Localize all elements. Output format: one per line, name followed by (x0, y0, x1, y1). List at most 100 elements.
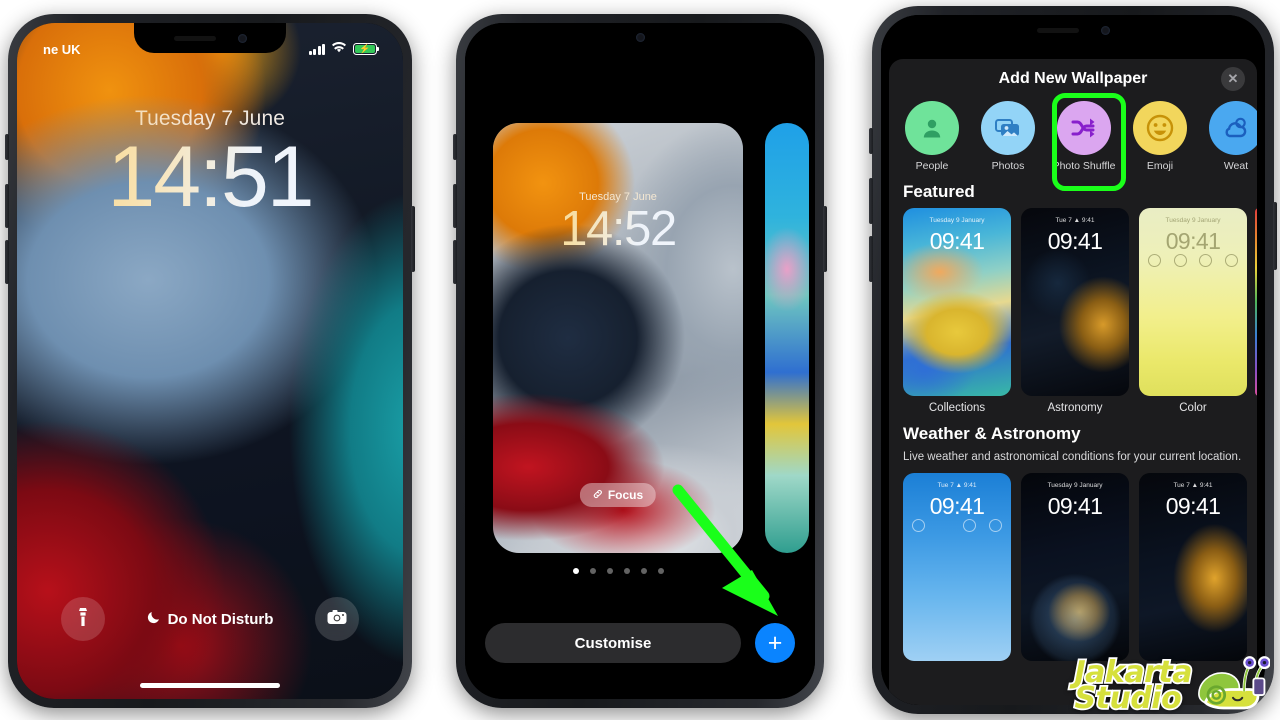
watermark: Jakarta Studio (1073, 654, 1270, 715)
page-dot[interactable] (589, 568, 596, 574)
category-photos[interactable]: Photos (975, 101, 1041, 172)
weather-section-title: Weather & Astronomy (903, 424, 1081, 444)
mute-switch[interactable] (5, 134, 9, 160)
weather-section-subtitle: Live weather and astronomical conditions… (903, 451, 1242, 464)
camera-icon (327, 609, 347, 630)
wallpaper-gallery-screen[interactable]: Tuesday 7 June 14:52 Focus Customise + (465, 23, 815, 699)
volume-down-button[interactable] (5, 240, 9, 284)
focus-status: Do Not Disturb (147, 610, 273, 628)
person-icon (905, 101, 959, 155)
thumb-date: Tue 7 ▲ 9:41 (937, 482, 977, 490)
category-weather[interactable]: Weat (1203, 101, 1257, 172)
add-wallpaper-screen[interactable]: Add New Wallpaper ✕ People Photos Photo … (881, 15, 1265, 705)
category-people[interactable]: People (899, 101, 965, 172)
shuffle-icon (1057, 101, 1111, 155)
wifi-icon (331, 41, 347, 57)
cellular-bars-icon (308, 43, 325, 55)
thumb-caption: Astronomy (1047, 402, 1103, 415)
volume-up-button[interactable] (453, 184, 457, 228)
front-camera-icon (1100, 25, 1110, 35)
category-row[interactable]: People Photos Photo Shuffle Emoji Weat (889, 92, 1257, 192)
category-photo-shuffle[interactable]: Photo Shuffle (1051, 92, 1126, 192)
thumb-time: 09:41 (1165, 228, 1221, 255)
status-icons: ⚡ (308, 41, 380, 57)
focus-link-icon (593, 488, 603, 502)
wallpaper-thumb-earth-detail[interactable]: Tue 7 ▲ 9:41 09:41 (1139, 473, 1247, 662)
page-dot[interactable] (572, 568, 579, 574)
snail-mascot-icon (1198, 656, 1270, 710)
category-label: Weat (1223, 160, 1249, 172)
card-time: 14:52 (493, 202, 743, 257)
thumb-widgets (1148, 254, 1238, 268)
thumb-caption: Collections (928, 402, 986, 415)
lockscreen-clock: Tuesday 7 June 14:51 (17, 107, 403, 220)
earpiece-speaker (173, 35, 216, 41)
featured-section-title: Featured (903, 182, 975, 202)
category-label: Photo Shuffle (1052, 160, 1116, 172)
wallpaper-card-next[interactable] (765, 123, 809, 553)
sheet-header: Add New Wallpaper ✕ (889, 59, 1257, 99)
wallpaper-card-next-image (765, 123, 809, 553)
weather-thumbnails[interactable]: Tue 7 ▲ 9:41 09:41 Tuesday 9 January 09:… (889, 473, 1257, 662)
wallpaper-thumb-color[interactable]: Tuesday 9 January 09:41 Color (1139, 208, 1247, 414)
thumb-image: Tuesday 9 January 09:41 (1139, 208, 1247, 397)
wallpaper-thumb-collections[interactable]: Tuesday 9 January 09:41 Collections (903, 208, 1011, 414)
screenshot-stage: ne UK ⚡ Tuesday 7 June 14:51 Do Not Dist… (0, 0, 1280, 720)
category-emoji[interactable]: Emoji (1127, 101, 1193, 172)
add-new-wallpaper-sheet: Add New Wallpaper ✕ People Photos Photo … (889, 59, 1257, 705)
close-icon[interactable]: ✕ (1221, 67, 1245, 91)
power-button[interactable] (1273, 202, 1277, 270)
thumb-caption: Color (1179, 402, 1207, 415)
add-wallpaper-button[interactable]: + (755, 623, 795, 663)
page-dot[interactable] (623, 568, 630, 574)
earpiece-speaker (1036, 27, 1079, 33)
volume-up-button[interactable] (869, 178, 873, 224)
thumb-time: 09:41 (1047, 493, 1103, 520)
mute-switch[interactable] (869, 128, 873, 154)
gallery-action-bar: Customise + (465, 623, 815, 663)
category-label: People (915, 160, 949, 172)
volume-up-button[interactable] (5, 184, 9, 228)
page-dots[interactable] (493, 568, 743, 574)
thumb-date: Tuesday 9 January (1047, 482, 1103, 490)
wallpaper-carousel[interactable]: Tuesday 7 June 14:52 Focus (465, 123, 815, 553)
page-dot[interactable] (606, 568, 613, 574)
lockscreen-time: 14:51 (17, 134, 403, 220)
thumb-time: 09:41 (1165, 493, 1221, 520)
mute-switch[interactable] (453, 134, 457, 160)
thumb-time: 09:41 (1047, 228, 1103, 255)
home-indicator[interactable] (140, 683, 280, 688)
volume-down-button[interactable] (869, 236, 873, 282)
power-button[interactable] (411, 206, 415, 272)
lockscreen-date: Tuesday 7 June (17, 107, 403, 131)
battery-charging-icon: ⚡ (353, 43, 380, 55)
wallpaper-thumb-astronomy[interactable]: Tue 7 ▲ 9:41 09:41 Astronomy (1021, 208, 1129, 414)
wallpaper-thumb-weather[interactable]: Tue 7 ▲ 9:41 09:41 (903, 473, 1011, 662)
thumb-date: Tue 7 ▲ 9:41 (1055, 217, 1095, 225)
thumb-widgets (912, 519, 1002, 533)
page-dot[interactable] (640, 568, 647, 574)
power-button[interactable] (823, 206, 827, 272)
photo-stack-icon (981, 101, 1035, 155)
thumb-date: Tuesday 9 January (1165, 217, 1221, 225)
flashlight-button[interactable] (61, 597, 105, 641)
category-label: Emoji (1146, 160, 1174, 172)
wallpaper-card-current[interactable]: Tuesday 7 June 14:52 Focus (493, 123, 743, 553)
featured-thumbnails[interactable]: Tuesday 9 January 09:41 Collections Tue … (889, 208, 1257, 414)
lockscreen-screen[interactable]: ne UK ⚡ Tuesday 7 June 14:51 Do Not Dist… (17, 23, 403, 699)
customise-button[interactable]: Customise (485, 623, 741, 663)
flashlight-icon (77, 607, 89, 632)
page-dot[interactable] (657, 568, 664, 574)
camera-button[interactable] (314, 597, 359, 641)
carrier-label: ne UK (43, 41, 81, 57)
phone-add-wallpaper-frame: Add New Wallpaper ✕ People Photos Photo … (869, 6, 1277, 714)
category-label: Photos (991, 160, 1025, 172)
front-camera-icon (237, 33, 247, 43)
front-camera-icon (635, 32, 645, 42)
focus-pill-label: Focus (607, 488, 644, 502)
wallpaper-thumb-pride-partial[interactable] (1255, 208, 1257, 397)
phone-lockscreen-frame: ne UK ⚡ Tuesday 7 June 14:51 Do Not Dist… (5, 14, 415, 708)
volume-down-button[interactable] (453, 240, 457, 284)
focus-pill[interactable]: Focus (579, 483, 657, 507)
wallpaper-thumb-earth[interactable]: Tuesday 9 January 09:41 (1021, 473, 1129, 662)
